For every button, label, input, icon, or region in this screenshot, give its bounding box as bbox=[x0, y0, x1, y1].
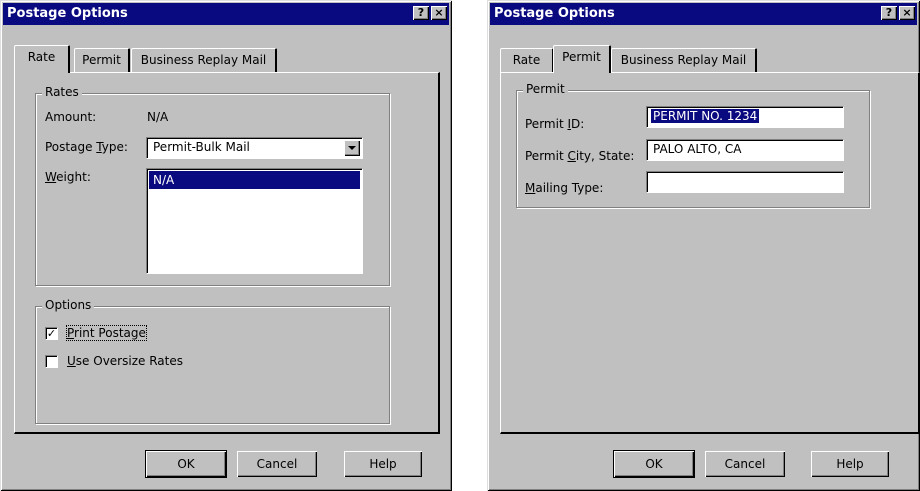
dialog-title: Postage Options bbox=[7, 6, 128, 21]
postage-options-dialog-permit: Postage Options ? × Rate Permit Business… bbox=[487, 0, 920, 491]
help-button[interactable]: Help bbox=[344, 451, 422, 477]
permit-id-field[interactable]: PERMIT NO. 1234 bbox=[646, 106, 844, 128]
tab-permit[interactable]: Permit bbox=[553, 45, 611, 73]
weight-listbox[interactable]: N/A bbox=[146, 168, 363, 274]
mailing-type-field[interactable] bbox=[646, 171, 844, 193]
use-oversize-rates-checkbox[interactable] bbox=[45, 355, 58, 368]
ok-button[interactable]: OK bbox=[145, 450, 227, 478]
postage-type-value: Permit-Bulk Mail bbox=[153, 140, 250, 154]
weight-selected-item[interactable]: N/A bbox=[149, 171, 360, 189]
chevron-down-icon[interactable] bbox=[344, 140, 360, 156]
tab-panel-permit: Permit Permit ID: PERMIT NO. 1234 Permit… bbox=[500, 72, 920, 434]
help-icon[interactable]: ? bbox=[413, 6, 429, 20]
help-icon[interactable]: ? bbox=[881, 6, 897, 20]
use-oversize-rates-label[interactable]: Use Oversize Rates bbox=[67, 354, 183, 368]
print-postage-label[interactable]: Print Postage bbox=[66, 325, 147, 341]
tab-permit[interactable]: Permit bbox=[74, 48, 130, 72]
options-group-label: Options bbox=[42, 298, 95, 312]
permit-city-state-field[interactable]: PALO ALTO, CA bbox=[646, 139, 844, 161]
tab-panel-rate: Rates Amount: N/A Postage Type: Permit-B… bbox=[14, 72, 440, 434]
title-bar[interactable]: Postage Options ? × bbox=[490, 3, 917, 25]
print-postage-checkbox[interactable]: ✓ bbox=[45, 327, 58, 340]
tab-rate[interactable]: Rate bbox=[500, 48, 554, 72]
postage-type-select[interactable]: Permit-Bulk Mail bbox=[146, 137, 363, 159]
title-bar[interactable]: Postage Options ? × bbox=[3, 3, 449, 25]
help-button[interactable]: Help bbox=[811, 451, 889, 477]
tab-rate[interactable]: Rate bbox=[14, 45, 70, 73]
postage-options-dialog-rate: Postage Options ? × Rate Permit Business… bbox=[0, 0, 452, 491]
dialog-title: Postage Options bbox=[494, 6, 615, 21]
permit-id-label: Permit ID: bbox=[525, 117, 585, 131]
tab-business-replay-mail[interactable]: Business Replay Mail bbox=[611, 48, 757, 72]
weight-label: Weight: bbox=[45, 170, 91, 184]
cancel-button[interactable]: Cancel bbox=[237, 451, 317, 477]
amount-label: Amount: bbox=[45, 110, 97, 124]
postage-type-label: Postage Type: bbox=[45, 140, 128, 154]
ok-button[interactable]: OK bbox=[613, 450, 695, 478]
rates-group-label: Rates bbox=[42, 85, 82, 99]
permit-group-label: Permit bbox=[523, 82, 568, 96]
permit-city-state-label: Permit City, State: bbox=[525, 149, 635, 163]
amount-value: N/A bbox=[147, 110, 169, 124]
tab-business-replay-mail[interactable]: Business Replay Mail bbox=[131, 48, 277, 72]
close-icon[interactable]: × bbox=[431, 6, 447, 20]
permit-id-value: PERMIT NO. 1234 bbox=[651, 109, 760, 123]
close-icon[interactable]: × bbox=[899, 6, 915, 20]
mailing-type-label: Mailing Type: bbox=[525, 181, 604, 195]
cancel-button[interactable]: Cancel bbox=[705, 451, 785, 477]
